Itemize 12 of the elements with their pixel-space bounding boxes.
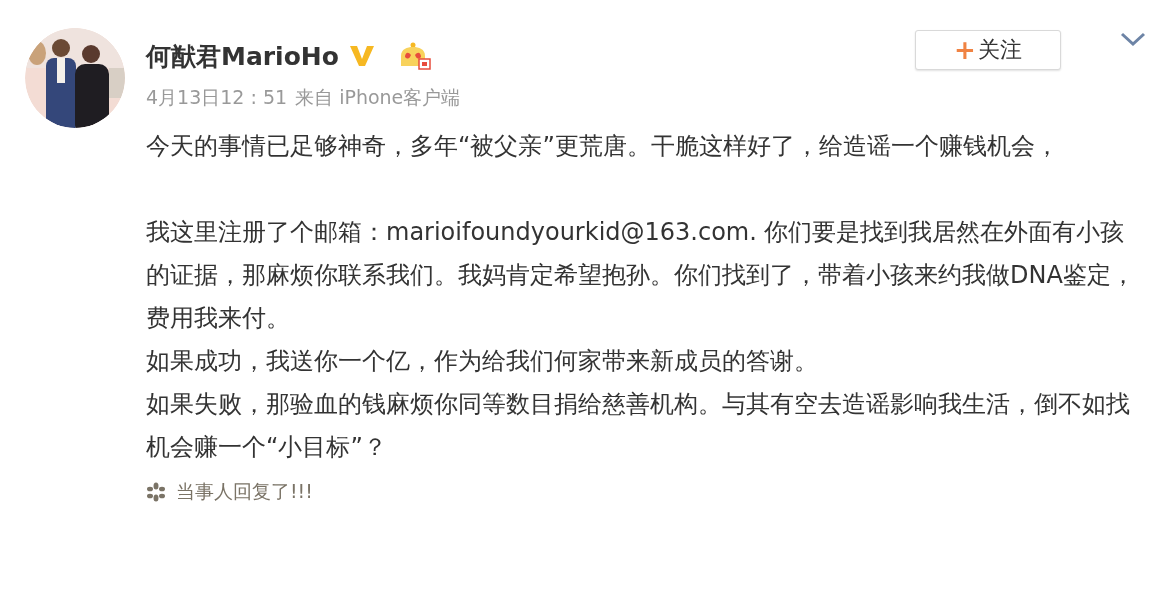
footer-note: 当事人回复了!!! — [176, 479, 313, 504]
author-name[interactable]: 何猷君MarioHo — [146, 39, 339, 73]
post-paragraph: 我这里注册了个邮箱：marioifoundyourkid@163.com. 你们要是找到我居然在外面有小孩的证据，那麻烦你联系我们。我妈肯定希望抱孙。你们找到了，带着小孩来约我做DNA鉴定，费用我来付。 — [146, 217, 1136, 334]
post-source: 来自 iPhone客户端 — [295, 85, 461, 110]
crown-icon — [398, 42, 431, 70]
post-paragraph: 如果失败，那验血的钱麻烦你同等数目捐给慈善机构。与其有空去造谣影响我生活，倒不如找机会赚一个“小目标”？ — [146, 389, 1131, 463]
flower-icon — [146, 482, 166, 502]
verified-icon — [348, 45, 375, 67]
follow-button[interactable]: +关注 — [915, 30, 1061, 70]
post-paragraph: 今天的事情已足够神奇，多年“被父亲”更荒唐。干脆这样好了，给造谣一个赚钱机会， — [146, 131, 1060, 162]
chevron-down-icon[interactable] — [1120, 32, 1146, 46]
post-paragraph: 如果成功，我送你一个亿，作为给我们何家带来新成员的答谢。 — [146, 346, 819, 377]
